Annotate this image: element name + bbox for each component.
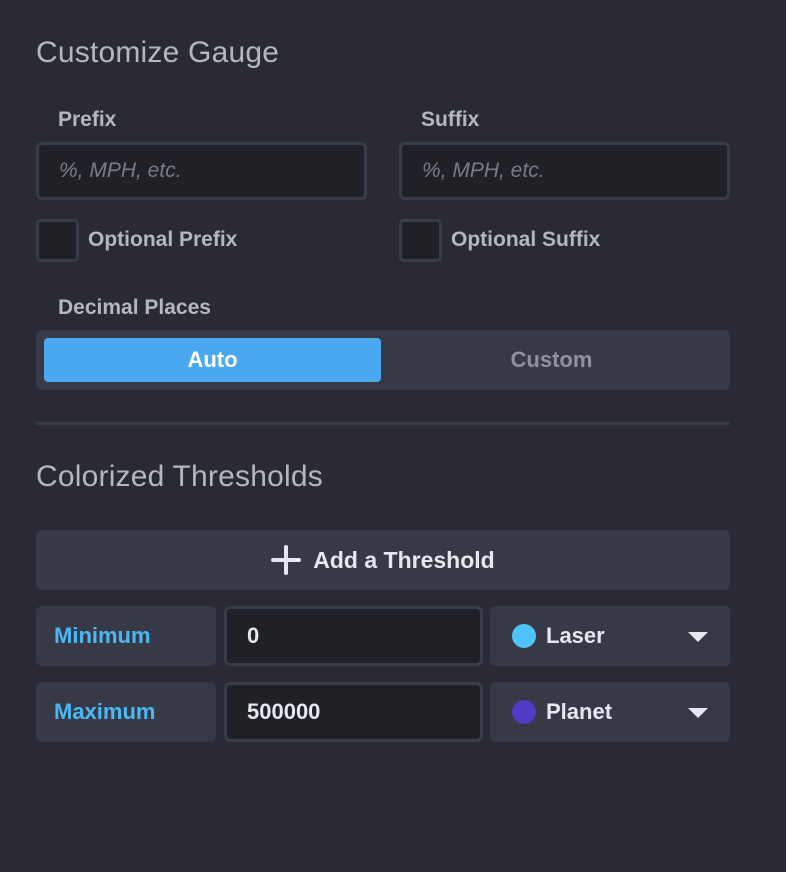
add-threshold-label: Add a Threshold (313, 546, 495, 573)
chevron-down-icon (688, 632, 708, 642)
minimum-threshold-input[interactable] (224, 606, 483, 666)
optional-suffix-label: Optional Suffix (451, 228, 601, 251)
decimal-places-label: Decimal Places (58, 296, 211, 319)
minimum-threshold-label: Minimum (36, 606, 216, 666)
prefix-input[interactable] (36, 142, 367, 200)
section-divider (36, 422, 730, 425)
colorized-thresholds-title: Colorized Thresholds (36, 460, 323, 493)
color-swatch-icon (512, 700, 536, 724)
optional-suffix-checkbox[interactable] (399, 219, 442, 262)
decimal-places-toggle: Auto Custom (36, 330, 730, 390)
maximum-threshold-label: Maximum (36, 682, 216, 742)
add-threshold-button[interactable]: Add a Threshold (36, 530, 730, 590)
chevron-down-icon (688, 708, 708, 718)
color-swatch-icon (512, 624, 536, 648)
decimal-auto-button[interactable]: Auto (44, 338, 381, 382)
maximum-color-dropdown[interactable]: Planet (490, 682, 730, 742)
maximum-color-name: Planet (546, 699, 613, 724)
suffix-label: Suffix (421, 108, 480, 131)
optional-prefix-label: Optional Prefix (88, 228, 238, 251)
minimum-color-name: Laser (546, 623, 605, 648)
gauge-customization-panel: Customize Gauge Prefix Suffix Optional P… (0, 0, 786, 872)
plus-icon (271, 545, 302, 575)
minimum-color-dropdown[interactable]: Laser (490, 606, 730, 666)
customize-gauge-title: Customize Gauge (36, 36, 280, 69)
prefix-label: Prefix (58, 108, 117, 131)
decimal-custom-button[interactable]: Custom (381, 338, 722, 382)
suffix-input[interactable] (399, 142, 730, 200)
maximum-threshold-input[interactable] (224, 682, 483, 742)
optional-prefix-checkbox[interactable] (36, 219, 79, 262)
